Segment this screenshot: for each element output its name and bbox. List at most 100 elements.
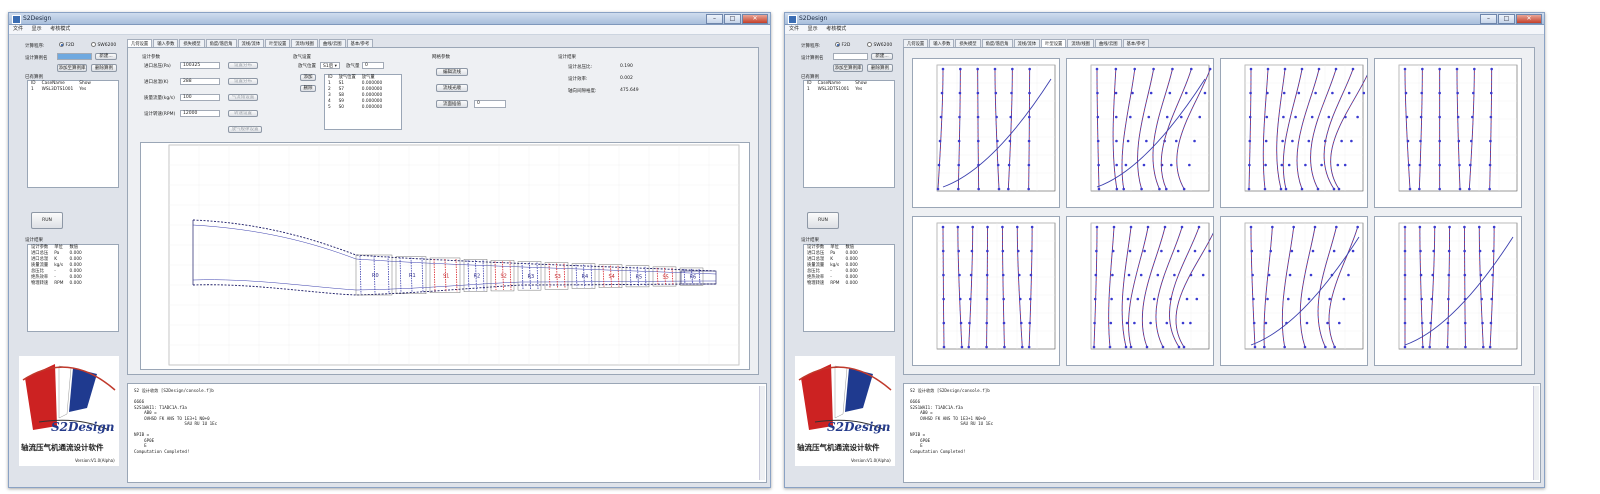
logo-brand: S2Design <box>51 420 115 434</box>
geom-field-input[interactable]: 100325 <box>180 62 220 69</box>
streamline-svg <box>1090 222 1218 350</box>
blade-row-label: R0 <box>372 273 379 279</box>
summary-value: 0.190 <box>620 64 633 69</box>
add-case-button[interactable]: 添加至算例库 <box>57 64 87 72</box>
delete-case-button[interactable]: 删除算例 <box>867 64 893 72</box>
table-row[interactable]: 5 S0 0.000000 <box>325 105 385 111</box>
scrollbar[interactable] <box>759 386 765 480</box>
add-case-button[interactable]: 添加至算例库 <box>833 64 863 72</box>
geom-field-button[interactable]: 气流角设置 <box>228 94 258 101</box>
bleed-rule-button[interactable]: 放气规律设置 <box>228 126 262 133</box>
edit-streamline-button[interactable]: 编辑流线 <box>436 68 468 76</box>
interpolate-input[interactable]: 0 <box>474 100 506 108</box>
new-case-button[interactable]: 新建... <box>95 53 117 60</box>
minimize-button[interactable]: – <box>1480 14 1497 24</box>
streamline-svg <box>1244 64 1372 192</box>
geom-field-label: 进口总压(Pa) <box>144 64 171 69</box>
mode-label: 计算程序: <box>25 44 45 49</box>
case-table: ID CaseName Show 1 WSL3DTS1001 Yes <box>28 81 94 93</box>
bleed-add-button[interactable]: 添加 <box>300 74 316 81</box>
results-table: 设计参数 单位 数值 进口总压 Pa 0.000 进口总温 K 0.000 质量流量 kg/s… <box>28 245 85 287</box>
streamline-plot[interactable] <box>1220 216 1368 366</box>
case-name-input[interactable] <box>57 53 92 60</box>
minimize-button[interactable]: – <box>706 14 723 24</box>
smooth-streamline-button[interactable]: 流线光顺 <box>436 84 468 92</box>
blade-row-label: R1 <box>409 273 416 279</box>
table-row[interactable]: 1 WSL3DTS1001 Yes <box>804 87 870 93</box>
case-list[interactable]: ID CaseName Show 1 WSL3DTS1001 Yes <box>803 80 895 188</box>
bleed-position-select[interactable]: S1后 ▾ <box>320 62 340 69</box>
streamline-plot[interactable] <box>912 216 1060 366</box>
summary-label: 轴向间隙裕度: <box>568 89 597 94</box>
console-output: S2 设计收敛 [S2Design/console.f]b 6666 S2S1WA… <box>903 383 1541 483</box>
table-row[interactable]: 1 WSL3DTS1001 Yes <box>28 87 94 93</box>
streamline-plot[interactable] <box>912 58 1060 208</box>
case-list[interactable]: ID CaseName Show 1 WSL3DTS1001 Yes <box>27 80 119 188</box>
streamline-plot[interactable] <box>1374 58 1522 208</box>
menu-view[interactable]: 显示 <box>32 25 42 34</box>
geom-field-button[interactable]: 设置分布 <box>228 62 258 69</box>
tab-content <box>903 47 1535 375</box>
results-panel: 设计参数 单位 数值 进口总压 Pa 0.000 进口总温 K 0.000 质量流量 kg/s… <box>27 244 119 332</box>
mode-option-f2d[interactable]: F2D <box>59 42 74 48</box>
streamline-plot[interactable] <box>1374 216 1522 366</box>
blade-row-label: S4 <box>609 274 615 280</box>
version-label: Version:V1.0(Alpha) <box>851 458 891 463</box>
run-button[interactable]: RUN <box>31 212 63 229</box>
close-button[interactable]: ✕ <box>742 14 768 24</box>
blade-row-label: R6 <box>690 275 697 281</box>
streamline-svg <box>1398 64 1518 192</box>
mode-option-f2d[interactable]: F2D <box>835 42 850 48</box>
meridional-view[interactable]: R0 R1 S1 R2 S2 R3 S3 R4 S4 R5 S5 R6 <box>140 142 750 370</box>
console-line: Computation Completed! <box>134 448 190 454</box>
menu-file[interactable]: 文件 <box>789 25 799 34</box>
streamline-plot[interactable] <box>1066 58 1214 208</box>
results-label: 设计结果 <box>25 238 43 243</box>
streamline-plot[interactable] <box>1066 216 1218 366</box>
radio-icon <box>835 42 840 47</box>
mode-option-sw[interactable]: SW6200 <box>867 42 892 48</box>
streamline-svg <box>936 64 1056 192</box>
blade-row-label: S1 <box>443 273 449 279</box>
bleed-delete-button[interactable]: 删除 <box>300 85 316 92</box>
chevron-down-icon: ▾ <box>334 64 337 69</box>
close-button[interactable]: ✕ <box>1516 14 1542 24</box>
summary-value: 475.649 <box>620 88 639 93</box>
maximize-button[interactable]: □ <box>724 14 741 24</box>
menu-mode[interactable]: 考核模式 <box>50 25 70 34</box>
new-case-button[interactable]: 新建... <box>871 53 893 60</box>
window-title: S2Design <box>23 15 52 22</box>
blade-row-label: R2 <box>474 274 481 280</box>
streamline-svg <box>1244 222 1364 350</box>
maximize-button[interactable]: □ <box>1498 14 1515 24</box>
results-panel: 设计参数 单位 数值 进口总压 Pa 0.000 进口总温 K 0.000 质量流量 kg/s… <box>803 244 895 332</box>
menu-mode[interactable]: 考核模式 <box>826 25 846 34</box>
geom-field-input[interactable]: 288 <box>180 78 220 85</box>
logo: S2Design 轴流压气机通流设计软件 Version:V1.0(Alpha) <box>795 356 895 466</box>
run-button[interactable]: RUN <box>807 212 839 229</box>
geom-field-button[interactable]: 设置分布 <box>228 78 258 85</box>
interpolate-button[interactable]: 流面插值 <box>436 100 468 108</box>
results-table: 设计参数 单位 数值 进口总压 Pa 0.000 进口总温 K 0.000 质量流量 kg/s… <box>804 245 861 287</box>
window-title: S2Design <box>799 15 828 22</box>
scrollbar[interactable] <box>1533 386 1539 480</box>
radio-icon <box>59 42 64 47</box>
geom-field-input[interactable]: 12000 <box>180 110 220 117</box>
bleed-amount-label: 放气量 <box>346 64 360 69</box>
streamline-plot[interactable] <box>1220 58 1372 208</box>
geom-field-input[interactable]: 100 <box>180 94 220 101</box>
mode-option-sw[interactable]: SW6200 <box>91 42 116 48</box>
geom-field-label: 质量流量(kg/s) <box>144 96 175 101</box>
case-name-input[interactable] <box>833 53 868 60</box>
case-table: ID CaseName Show 1 WSL3DTS1001 Yes <box>804 81 870 93</box>
bleed-amount-input[interactable]: 0 <box>362 62 384 69</box>
delete-case-button[interactable]: 删除算例 <box>91 64 117 72</box>
menu-view[interactable]: 显示 <box>808 25 818 34</box>
title-bar: S2Design – □ ✕ <box>785 13 1544 25</box>
bleed-group-label: 放气设置 <box>293 55 311 60</box>
bleed-position-label: 放气位置 <box>298 64 316 69</box>
geom-field-button[interactable]: 转速设置 <box>228 110 258 117</box>
menu-file[interactable]: 文件 <box>13 25 23 34</box>
app-icon <box>12 15 21 24</box>
bleed-table-panel[interactable]: ID 放气位置 放气量 1 S1 0.000000 2 S7 0.000000 3 S8 0.0000… <box>324 74 402 130</box>
